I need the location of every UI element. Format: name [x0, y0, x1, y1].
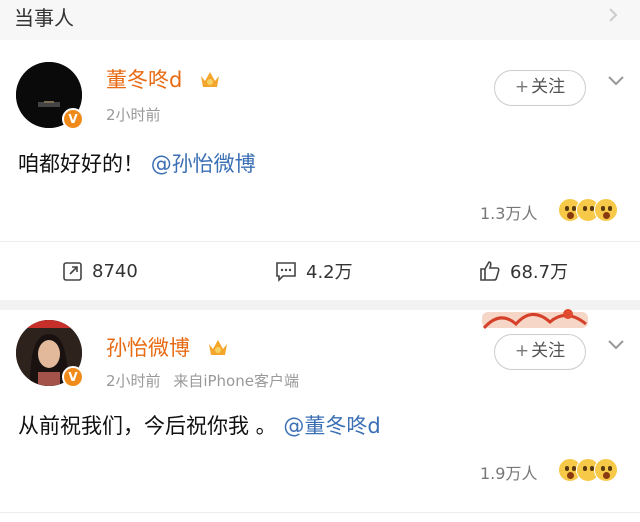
chevron-down-icon[interactable] [606, 74, 626, 88]
chevron-down-icon[interactable] [606, 338, 626, 352]
laugh-emoji-icon [594, 198, 618, 222]
post-text: 咱都好好的！ [18, 152, 144, 176]
post-content: 从前祝我们，今后祝你我 。 @董冬咚d [18, 410, 381, 440]
vip-crown-icon [201, 72, 219, 87]
username[interactable]: 孙怡微博 [106, 332, 190, 362]
like-total: 68.7万 [510, 262, 569, 283]
post-time: 2小时前 [106, 106, 161, 124]
post-text: 从前祝我们，今后祝你我 。 [18, 414, 277, 438]
username[interactable]: 董冬咚d [106, 64, 182, 94]
comment-count: 4.2万 [306, 262, 353, 283]
post-time: 2小时前 [106, 372, 161, 390]
like-count: 1.3万人 [480, 204, 538, 223]
section-title: 当事人 [14, 6, 74, 30]
weibo-post: V 孙怡微博 2小时前 来自iPhone客户端 + 关注 从前祝我们，今后祝你我 … [0, 309, 640, 522]
mention-link[interactable]: @孙怡微博 [151, 152, 256, 176]
comment-button[interactable]: 4.2万 [274, 256, 353, 286]
verified-badge-icon: V [62, 366, 84, 388]
mention-link[interactable]: @董冬咚d [283, 414, 380, 438]
section-header[interactable]: 当事人 [0, 0, 640, 40]
repost-icon [63, 262, 82, 281]
repost-button[interactable]: 8740 [62, 256, 138, 286]
festive-sticker-icon [482, 309, 588, 330]
follow-button[interactable]: + 关注 [494, 70, 586, 106]
repost-count: 8740 [92, 260, 138, 282]
follow-button[interactable]: + 关注 [494, 334, 586, 370]
like-count: 1.9万人 [480, 464, 538, 483]
reaction-emojis[interactable] [558, 198, 618, 222]
verified-badge-icon: V [62, 108, 84, 130]
divider [0, 512, 640, 513]
post-meta: 2小时前 来自iPhone客户端 [106, 370, 299, 391]
like-button[interactable]: 68.7万 [478, 256, 568, 286]
comment-icon [276, 262, 296, 282]
chevron-right-icon [609, 8, 618, 22]
action-bar: 8740 4.2万 68.7万 [0, 242, 640, 302]
weibo-post: V 董冬咚d 2小时前 + 关注 咱都好好的！ @孙怡微博 1.3万人 [0, 50, 640, 240]
vip-crown-icon [209, 340, 227, 355]
laugh-emoji-icon [594, 458, 618, 482]
thumbs-up-icon [480, 261, 500, 281]
reaction-emojis[interactable] [558, 458, 618, 482]
post-source: 来自iPhone客户端 [173, 372, 299, 390]
post-content: 咱都好好的！ @孙怡微博 [18, 148, 256, 178]
